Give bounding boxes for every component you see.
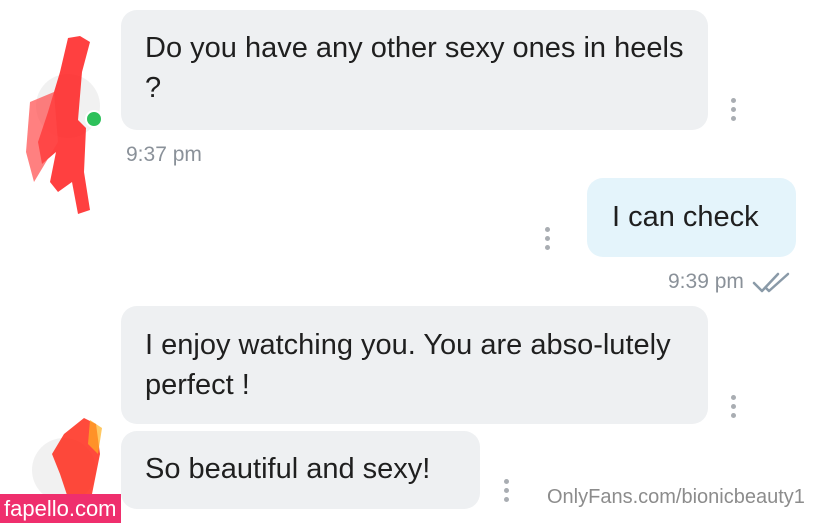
message-text: Do you have any other sexy ones in heels… [145, 32, 684, 104]
double-check-read-icon [752, 272, 790, 293]
more-options-icon[interactable] [731, 395, 737, 422]
watermark-right: OnlyFans.com/bionicbeauty1 [547, 486, 805, 508]
more-options-icon[interactable] [731, 98, 737, 125]
message-text: I can check [612, 201, 759, 233]
message-timestamp: 9:37 pm [126, 143, 202, 166]
more-options-icon[interactable] [545, 227, 551, 254]
message-bubble-incoming[interactable]: Do you have any other sexy ones in heels… [121, 10, 708, 130]
message-text: I enjoy watching you. You are abso-lutel… [145, 329, 671, 401]
message-bubble-incoming[interactable]: So beautiful and sexy! [121, 431, 480, 509]
message-text: So beautiful and sexy! [145, 453, 431, 485]
message-bubble-incoming[interactable]: I enjoy watching you. You are abso-lutel… [121, 306, 708, 424]
more-options-icon[interactable] [504, 479, 510, 506]
watermark-left: fapello.com [0, 494, 121, 523]
message-timestamp: 9:39 pm [668, 270, 744, 293]
message-bubble-outgoing[interactable]: I can check [587, 178, 796, 257]
online-status-dot [85, 110, 103, 128]
